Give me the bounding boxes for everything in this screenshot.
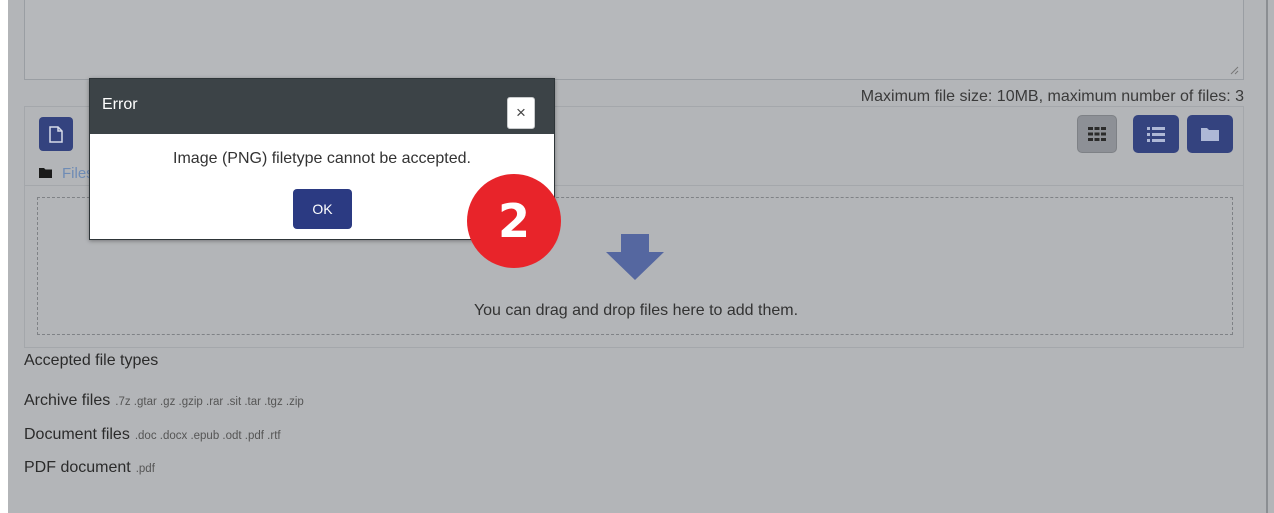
list-view-button[interactable] xyxy=(1133,115,1179,153)
file-icon xyxy=(49,125,63,143)
grid-icon xyxy=(1088,127,1106,141)
add-file-button[interactable] xyxy=(39,117,73,151)
type-row-archive: Archive files .7z .gtar .gz .gzip .rar .s… xyxy=(24,392,304,410)
scroll-edge xyxy=(1266,0,1268,513)
type-label: Document files xyxy=(24,426,130,443)
type-label: PDF document xyxy=(24,459,131,476)
arrow-down-icon xyxy=(606,234,664,280)
dialog-title: Error xyxy=(102,96,138,113)
type-extensions: .doc .docx .epub .odt .pdf .rtf xyxy=(134,430,281,442)
type-extensions: .pdf xyxy=(135,463,155,475)
dialog-header: Error × xyxy=(90,79,554,134)
type-label: Archive files xyxy=(24,392,111,409)
close-icon: × xyxy=(516,103,526,122)
ok-button[interactable]: OK xyxy=(293,189,352,229)
max-file-info: Maximum file size: 10MB, maximum number … xyxy=(860,88,1244,105)
grid-view-button[interactable] xyxy=(1077,115,1117,153)
accepted-types-title: Accepted file types xyxy=(24,352,159,369)
close-button[interactable]: × xyxy=(507,97,535,129)
resize-grip-icon[interactable] xyxy=(1229,65,1239,75)
step-number-badge: 2 xyxy=(467,174,561,268)
drop-zone-text: You can drag and drop files here to add … xyxy=(473,302,799,319)
folder-icon xyxy=(39,168,52,178)
type-extensions: .7z .gtar .gz .gzip .rar .sit .tar .tgz … xyxy=(115,396,304,408)
type-row-pdf: PDF document .pdf xyxy=(24,459,155,477)
list-icon xyxy=(1147,126,1165,142)
type-row-document: Document files .doc .docx .epub .odt .pdf… xyxy=(24,426,281,444)
tree-view-button[interactable] xyxy=(1187,115,1233,153)
dialog-message: Image (PNG) filetype cannot be accepted. xyxy=(173,150,471,167)
folder-icon xyxy=(1201,128,1219,141)
page-edge xyxy=(0,0,8,513)
text-area[interactable] xyxy=(24,0,1244,80)
breadcrumb: Files xyxy=(39,163,94,183)
